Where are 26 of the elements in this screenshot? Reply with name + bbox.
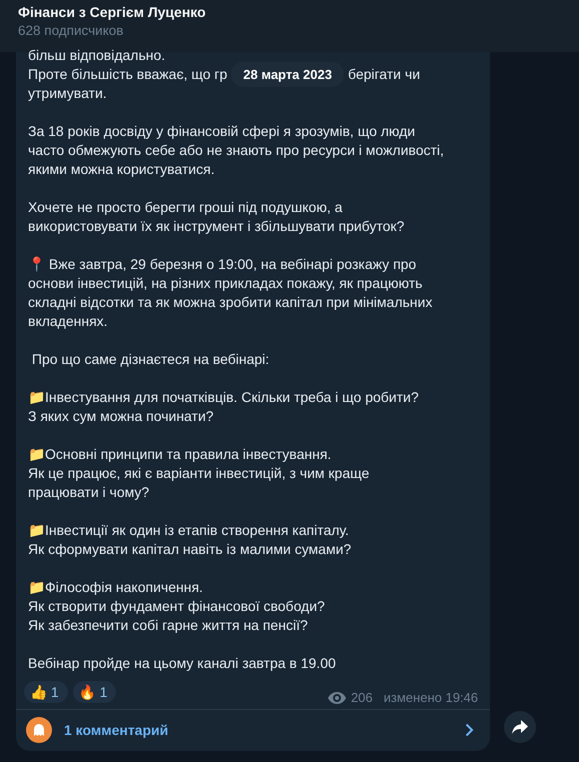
message-paragraph: Хочете не просто берегти гроші під подушкою, а використовувати їх як інструмент і збільшувати прибуток? (28, 198, 406, 236)
view-count: 206 (350, 690, 373, 705)
message-paragraph: 📁Основні принципи та правила інвестування. Як це працює, які є варіанти інвестицій, з чим краще працювати і чому? (28, 445, 370, 502)
message-paragraph: Про що саме дізнаєтеся на вебінарі: (30, 350, 270, 369)
share-button[interactable] (504, 711, 536, 743)
edited-time: изменено 19:46 (384, 690, 478, 705)
message-text: Проте більшість вважає, що гр (28, 65, 228, 84)
ghost-avatar-icon (26, 717, 52, 743)
message-text: берігати чи (348, 65, 420, 84)
eye-icon (328, 692, 346, 704)
message-text: більш відповідально. (28, 46, 166, 65)
share-icon (512, 720, 528, 734)
date-badge: 28 марта 2023 (231, 62, 344, 87)
message-paragraph: 📁Інвестиції як один із етапів створення капіталу. Як сформувати капітал навіть із малими сумами? (28, 521, 352, 559)
subscriber-count: 628 подписчиков (18, 23, 124, 38)
channel-title: Фінанси з Сергієм Луценко (18, 4, 206, 20)
message-paragraph: 📁Філософія накопичення. Як створити фундамент фінансової свободи? Як забезпечити собі гарне життя на пенсії? (28, 578, 326, 635)
reaction-chip[interactable]: 🔥 1 (72, 680, 116, 702)
message-paragraph: За 18 років досвіду у фінансовій сфері я зрозумів, що люди часто обмежують себе або не знають про ресурси і можливості, якими можна користуватися. (28, 122, 445, 179)
message-paragraph: 📍 Вже завтра, 29 березня о 19:00, на вебінарі розкажу про основи інвестицій, на різних прикладах покажу, як працюють складні відсотки та як можна зробити капітал при мінімальних вкладеннях. (28, 255, 434, 331)
chevron-right-icon[interactable] (465, 723, 474, 737)
comments-link[interactable]: 1 комментарий (64, 722, 453, 738)
reaction-chip[interactable]: 👍 1 (24, 680, 68, 702)
message-paragraph: Вебінар пройде на цьому каналі завтра в 19.00 (28, 654, 337, 673)
message-paragraph: 📁Інвестування для початківців. Скільки треба і що робити? З яких сум можна починати? (28, 388, 420, 426)
message-paragraph: утримувати. (28, 84, 108, 103)
